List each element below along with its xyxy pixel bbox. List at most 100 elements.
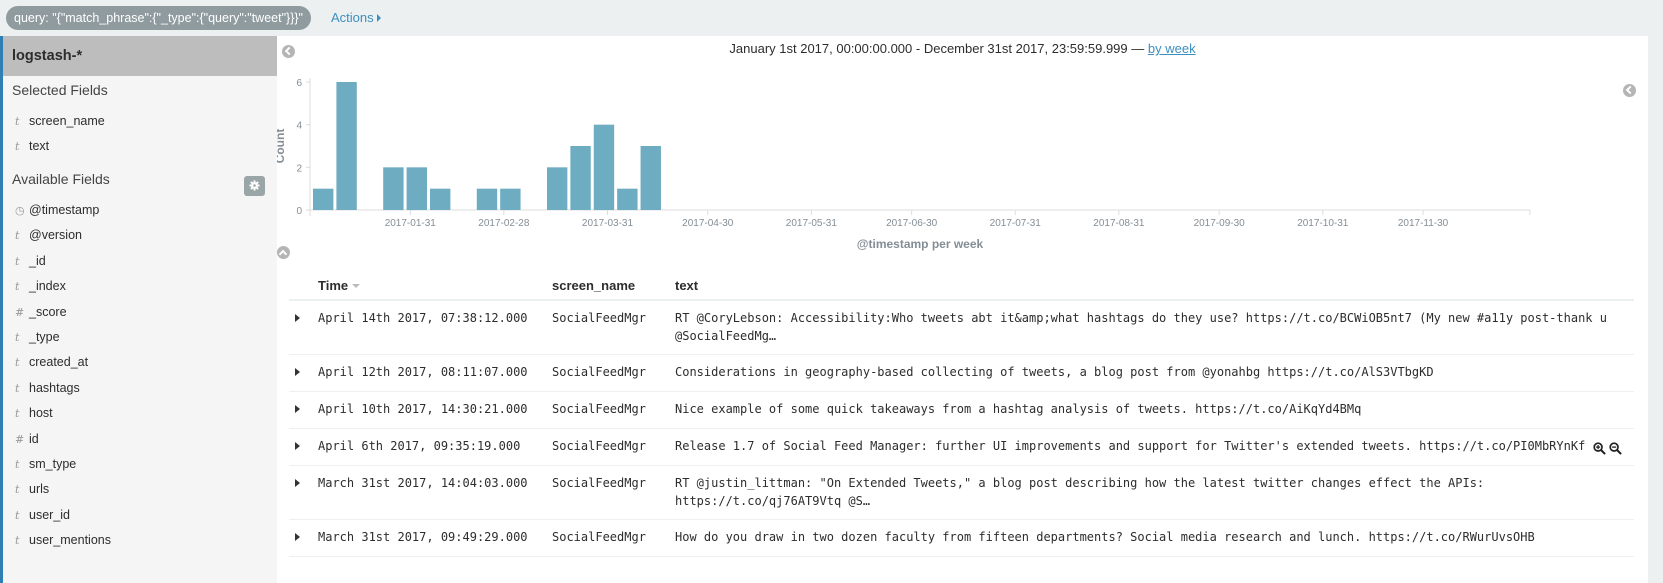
- selected-fields-title: Selected Fields: [12, 82, 108, 98]
- string-type-icon: t: [15, 356, 20, 370]
- table-header: Time screen_name text: [289, 271, 1634, 301]
- cell-time: April 14th 2017, 07:38:12.000: [318, 311, 528, 325]
- gear-icon: [249, 180, 260, 191]
- field-item-created-at[interactable]: t created_at: [15, 352, 88, 372]
- number-type-icon: #: [15, 432, 25, 446]
- field-item-id[interactable]: # id: [15, 429, 39, 449]
- histogram-bar: [593, 124, 615, 210]
- histogram-bar: [500, 188, 521, 210]
- string-type-icon: t: [15, 229, 20, 243]
- column-header-time[interactable]: Time: [318, 278, 361, 293]
- cell-text: Nice example of some quick takeaways fro…: [675, 402, 1362, 416]
- string-type-icon: t: [15, 381, 20, 395]
- x-tick-label: 2017-07-31: [990, 218, 1042, 229]
- top-bar: query: "{"match_phrase":{"_type":{"query…: [0, 0, 1663, 36]
- field-item-user-id[interactable]: t user_id: [15, 505, 70, 525]
- field-item-timestamp[interactable]: ◷ @timestamp: [15, 200, 99, 220]
- field-name: screen_name: [29, 114, 105, 128]
- field-name: text: [29, 139, 50, 154]
- field-name: user_id: [29, 507, 70, 522]
- field-item-hashtags[interactable]: t hashtags: [15, 378, 80, 398]
- field-item-urls[interactable]: t urls: [15, 479, 49, 499]
- filter-for-value-icon[interactable]: [1593, 440, 1606, 459]
- cell-text: Considerations in geography-based collec…: [675, 365, 1434, 379]
- string-type-icon: t: [15, 458, 20, 471]
- field-name: _index: [29, 279, 66, 294]
- expand-row-icon[interactable]: [295, 533, 300, 541]
- time-range-text: January 1st 2017, 00:00:00.000 - Decembe…: [729, 41, 1145, 56]
- field-item-user-mentions[interactable]: t user_mentions: [15, 530, 111, 550]
- x-tick-label: 2017-05-31: [786, 218, 838, 229]
- field-name: @version: [29, 228, 82, 243]
- column-header-time-label: Time: [318, 278, 349, 293]
- collapse-chart-icon[interactable]: [277, 246, 290, 259]
- cell-time: April 12th 2017, 08:11:07.000: [318, 365, 528, 379]
- histogram-bar: [313, 188, 334, 210]
- discover-main: January 1st 2017, 00:00:00.000 - Decembe…: [277, 36, 1648, 583]
- table-row: April 12th 2017, 08:11:07.000 SocialFeedM…: [289, 355, 1634, 392]
- field-name: urls: [29, 482, 50, 497]
- expand-row-icon[interactable]: [295, 479, 300, 487]
- field-item-type[interactable]: t _type: [15, 327, 60, 347]
- string-type-icon: t: [15, 534, 20, 548]
- x-tick-label: 2017-03-31: [582, 218, 634, 229]
- field-item-host[interactable]: t host: [15, 403, 53, 423]
- histogram-chart: 0 2 4 6 Count 2017-01-31 2017-02-28 2017-03-31 2…: [277, 78, 1531, 251]
- cell-text: RT @CoryLebson: Accessibility:Who tweets…: [675, 311, 1607, 343]
- field-name: _score: [29, 304, 67, 319]
- string-type-icon: t: [15, 254, 20, 268]
- cell-time: March 31st 2017, 09:49:29.000: [318, 530, 528, 544]
- field-name: _id: [29, 253, 46, 268]
- table-row: April 6th 2017, 09:35:19.000 SocialFeedMg…: [289, 429, 1634, 466]
- cell-screen-name: SocialFeedMgr: [552, 402, 646, 416]
- field-settings-button[interactable]: [244, 176, 265, 196]
- cell-time: March 31st 2017, 14:04:03.000: [318, 476, 528, 490]
- actions-link[interactable]: Actions: [331, 8, 381, 28]
- y-tick-label: 0: [296, 206, 302, 217]
- table-row: April 10th 2017, 14:30:21.000 SocialFeedM…: [289, 392, 1634, 429]
- histogram-bar: [429, 188, 451, 210]
- cell-screen-name: SocialFeedMgr: [552, 476, 646, 490]
- cell-time: April 10th 2017, 14:30:21.000: [318, 402, 528, 416]
- table-row: April 14th 2017, 07:38:12.000 SocialFeedM…: [289, 301, 1634, 355]
- column-header-screen-name[interactable]: screen_name: [552, 278, 635, 293]
- histogram-bar: [617, 188, 638, 210]
- cell-text: How do you draw in two dozen faculty fro…: [675, 530, 1535, 544]
- y-tick-label: 4: [296, 121, 302, 132]
- histogram-bar: [546, 167, 568, 210]
- field-name: @timestamp: [29, 203, 100, 217]
- field-name: _type: [29, 330, 60, 344]
- sort-desc-icon[interactable]: [352, 284, 361, 288]
- expand-row-icon[interactable]: [295, 442, 300, 450]
- field-item-version[interactable]: t @version: [15, 225, 82, 245]
- table-row: March 31st 2017, 14:04:03.000 SocialFeedM…: [289, 466, 1634, 520]
- query-filter-pill[interactable]: query: "{"match_phrase":{"_type":{"query…: [6, 6, 311, 30]
- filter-out-value-icon[interactable]: [1609, 440, 1622, 459]
- string-type-icon: t: [15, 483, 20, 497]
- column-header-text[interactable]: text: [675, 278, 698, 293]
- field-item-sm-type[interactable]: t sm_type: [15, 454, 76, 474]
- index-pattern-header[interactable]: logstash-*: [3, 36, 277, 76]
- x-axis-label: @timestamp per week: [857, 237, 984, 251]
- string-type-icon: t: [15, 140, 20, 154]
- field-item-text[interactable]: t text: [15, 136, 49, 156]
- number-type-icon: #: [15, 305, 25, 319]
- y-axis-label: Count: [277, 129, 287, 164]
- field-item-id[interactable]: t _id: [15, 251, 46, 271]
- histogram-bar: [476, 188, 498, 210]
- x-tick-label: 2017-11-30: [1398, 218, 1449, 229]
- field-item-screen-name[interactable]: t screen_name: [15, 111, 105, 131]
- cell-time: April 6th 2017, 09:35:19.000: [318, 439, 521, 453]
- expand-row-icon[interactable]: [295, 405, 300, 413]
- histogram-bar: [406, 167, 427, 210]
- string-type-icon: t: [15, 331, 20, 344]
- cell-screen-name: SocialFeedMgr: [552, 311, 646, 325]
- expand-row-icon[interactable]: [295, 314, 300, 322]
- field-item-index[interactable]: t _index: [15, 276, 66, 296]
- interval-link[interactable]: by week: [1148, 41, 1196, 56]
- field-name: hashtags: [29, 380, 80, 395]
- expand-row-icon[interactable]: [295, 368, 300, 376]
- field-name: sm_type: [29, 457, 77, 471]
- histogram-bar: [640, 146, 661, 210]
- field-item-score[interactable]: # _score: [15, 302, 67, 322]
